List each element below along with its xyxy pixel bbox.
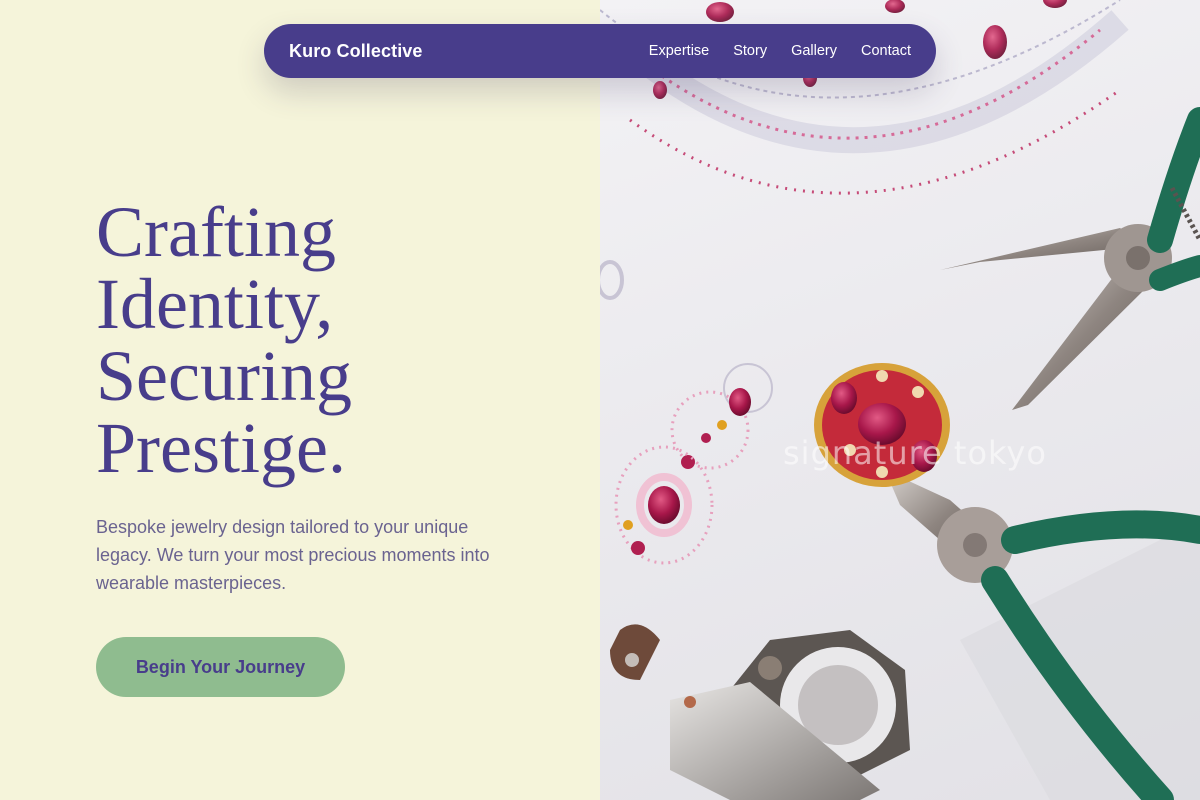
hero-title-line: Identity,	[96, 264, 334, 344]
nav-link-story[interactable]: Story	[733, 43, 767, 59]
pliers-top	[940, 107, 1200, 410]
nav-link-gallery[interactable]: Gallery	[791, 43, 837, 59]
hero-title: Crafting Identity, Securing Prestige.	[96, 196, 576, 484]
jewelry-workbench-illustration	[600, 0, 1200, 800]
brand-logo[interactable]: Kuro Collective	[289, 41, 423, 62]
hero-subtitle: Bespoke jewelry design tailored to your …	[96, 517, 490, 593]
photo-watermark: signature tokyo	[783, 434, 1047, 472]
nav-link-contact[interactable]: Contact	[861, 43, 911, 59]
begin-journey-button[interactable]: Begin Your Journey	[96, 637, 345, 697]
hero-title-line: Crafting	[96, 192, 336, 272]
hero-section: Crafting Identity, Securing Prestige. Be…	[0, 0, 600, 800]
nav-link-expertise[interactable]: Expertise	[649, 43, 709, 59]
pendant-sketch	[600, 260, 773, 565]
hero-title-line: Prestige.	[96, 408, 346, 488]
nav-links: Expertise Story Gallery Contact	[649, 43, 911, 59]
hero-image: signature tokyo	[600, 0, 1200, 800]
landing-page: Crafting Identity, Securing Prestige. Be…	[0, 0, 1200, 800]
hero-title-line: Securing	[96, 336, 352, 416]
top-navbar: Kuro Collective Expertise Story Gallery …	[264, 24, 936, 78]
jewelers-loupe	[610, 624, 910, 800]
